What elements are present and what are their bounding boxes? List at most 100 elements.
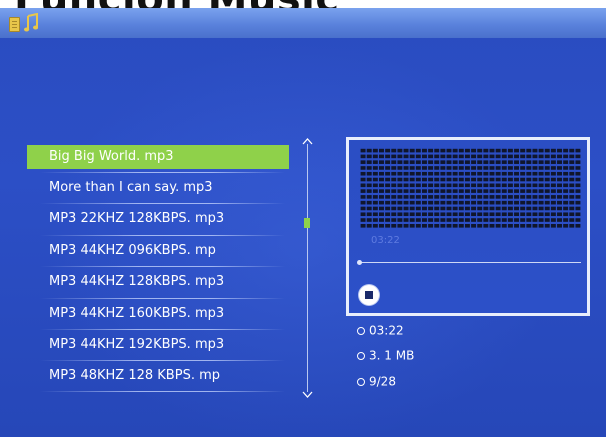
spectrum-cell — [403, 206, 409, 211]
spectrum-cell — [526, 224, 532, 228]
file-icon[interactable] — [9, 17, 20, 32]
playlist-item[interactable]: MP3 48KHZ 128 KBPS. mp — [27, 364, 289, 388]
spectrum-cell — [360, 195, 366, 199]
spectrum-cell — [428, 200, 434, 205]
spectrum-cell — [538, 206, 544, 211]
spectrum-cell — [532, 218, 538, 222]
spectrum-cell — [520, 206, 526, 211]
spectrum-cell — [458, 189, 464, 193]
playlist-item[interactable]: MP3 44KHZ 160KBPS. mp3 — [27, 302, 289, 326]
spectrum-cell — [471, 212, 477, 217]
playlist-item[interactable]: MP3 44KHZ 192KBPS. mp3 — [27, 333, 289, 357]
spectrum-cell — [501, 212, 507, 217]
spectrum-cell — [379, 206, 384, 211]
spectrum-cell — [428, 166, 434, 170]
spectrum-cell — [428, 189, 434, 193]
spectrum-cell — [557, 218, 562, 222]
spectrum-cell — [483, 218, 489, 222]
spectrum-cell — [415, 224, 421, 228]
spectrum-cell — [495, 195, 501, 199]
playlist-item[interactable]: MP3 44KHZ 096KBPS. mp — [27, 239, 289, 263]
spectrum-cell — [495, 183, 501, 188]
item-divider — [40, 391, 285, 392]
spectrum-cell — [446, 212, 452, 217]
scroll-down-arrow-icon[interactable] — [302, 391, 313, 398]
spectrum-cell — [391, 189, 397, 193]
spectrum-cell — [403, 177, 409, 182]
spectrum-cell — [563, 171, 569, 176]
playlist-scrollbar[interactable] — [300, 138, 316, 398]
spectrum-cell — [495, 148, 501, 153]
progress-bar[interactable] — [357, 260, 581, 265]
spectrum-cell — [520, 177, 526, 182]
spectrum-cell — [520, 212, 526, 217]
spectrum-cell — [483, 206, 489, 211]
spectrum-cell — [366, 200, 372, 205]
scroll-thumb[interactable] — [304, 218, 310, 228]
spectrum-cell — [477, 218, 483, 222]
spectrum-cell — [464, 195, 470, 199]
spectrum-cell — [507, 160, 513, 164]
now-playing-panel: 03:22 — [346, 137, 590, 316]
spectrum-cell — [483, 166, 489, 170]
playlist-item[interactable]: More than I can say. mp3 — [27, 176, 289, 200]
playlist-item[interactable]: MP3 22KHZ 128KBPS. mp3 — [27, 207, 289, 231]
item-divider — [40, 360, 285, 361]
spectrum-cell — [360, 206, 366, 211]
music-note-icon[interactable] — [24, 13, 38, 33]
playlist-item[interactable]: MP3 44KHZ 128KBPS. mp3 — [27, 270, 289, 294]
spectrum-cell — [538, 200, 544, 205]
spectrum-cell — [415, 166, 421, 170]
spectrum-cell — [489, 212, 495, 217]
spectrum-cell — [544, 183, 550, 188]
stop-button[interactable] — [359, 285, 379, 305]
spectrum-cell — [391, 212, 397, 217]
spectrum-cell — [464, 171, 470, 176]
spectrum-cell — [428, 148, 434, 153]
spectrum-cell — [471, 160, 477, 164]
spectrum-cell — [495, 200, 501, 205]
spectrum-cell — [538, 166, 544, 170]
spectrum-cell — [434, 189, 440, 193]
spectrum-cell — [477, 224, 483, 228]
spectrum-cell — [446, 218, 452, 222]
spectrum-cell — [379, 195, 384, 199]
spectrum-cell — [415, 206, 421, 211]
spectrum-cell — [440, 212, 446, 217]
spectrum-cell — [391, 166, 397, 170]
spectrum-cell — [483, 177, 489, 182]
spectrum-cell — [544, 195, 550, 199]
item-divider — [40, 235, 285, 236]
spectrum-cell — [440, 177, 446, 182]
spectrum-cell — [471, 171, 477, 176]
spectrum-cell — [464, 200, 470, 205]
spectrum-cell — [440, 154, 446, 159]
spectrum-cell — [544, 160, 550, 164]
spectrum-cell — [458, 183, 464, 188]
spectrum-cell — [360, 189, 366, 193]
spectrum-cell — [514, 183, 520, 188]
spectrum-cell — [446, 224, 452, 228]
spectrum-cell — [557, 171, 562, 176]
size-icon — [357, 351, 365, 360]
spectrum-cell — [550, 218, 556, 222]
stop-icon — [365, 291, 373, 299]
spectrum-cell — [415, 177, 421, 182]
spectrum-cell — [495, 206, 501, 211]
progress-knob[interactable] — [357, 260, 362, 265]
spectrum-cell — [557, 195, 562, 199]
spectrum-cell — [538, 148, 544, 153]
spectrum-cell — [507, 177, 513, 182]
spectrum-cell — [538, 212, 544, 217]
spectrum-cell — [483, 160, 489, 164]
spectrum-cell — [421, 224, 427, 228]
spectrum-cell — [366, 195, 372, 199]
spectrum-cell — [575, 200, 581, 205]
spectrum-cell — [538, 189, 544, 193]
playlist-item[interactable]: Big Big World. mp3 — [27, 145, 289, 169]
spectrum-cell — [446, 183, 452, 188]
spectrum-cell — [385, 166, 391, 170]
spectrum-cell — [575, 218, 581, 222]
spectrum-cell — [464, 206, 470, 211]
spectrum-cell — [446, 189, 452, 193]
